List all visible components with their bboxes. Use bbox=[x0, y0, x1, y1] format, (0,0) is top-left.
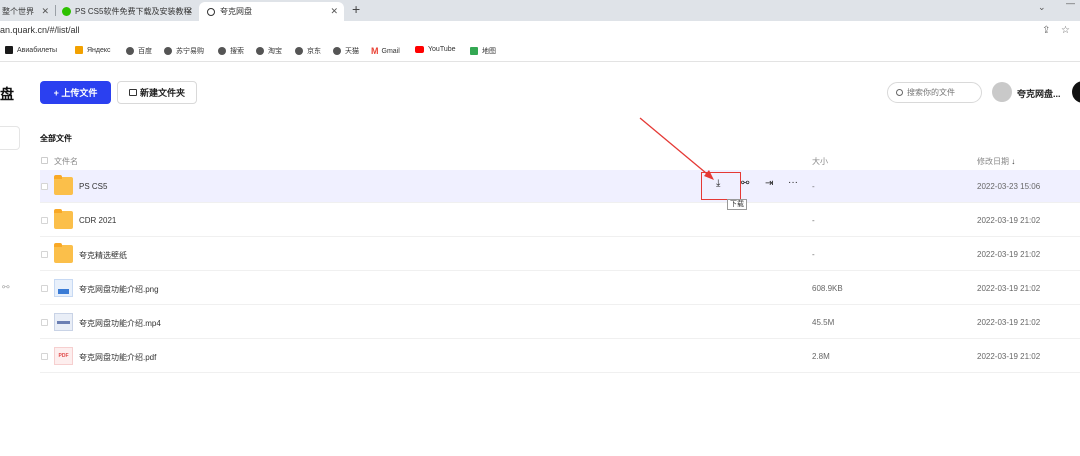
annotation-arrow bbox=[639, 117, 714, 180]
